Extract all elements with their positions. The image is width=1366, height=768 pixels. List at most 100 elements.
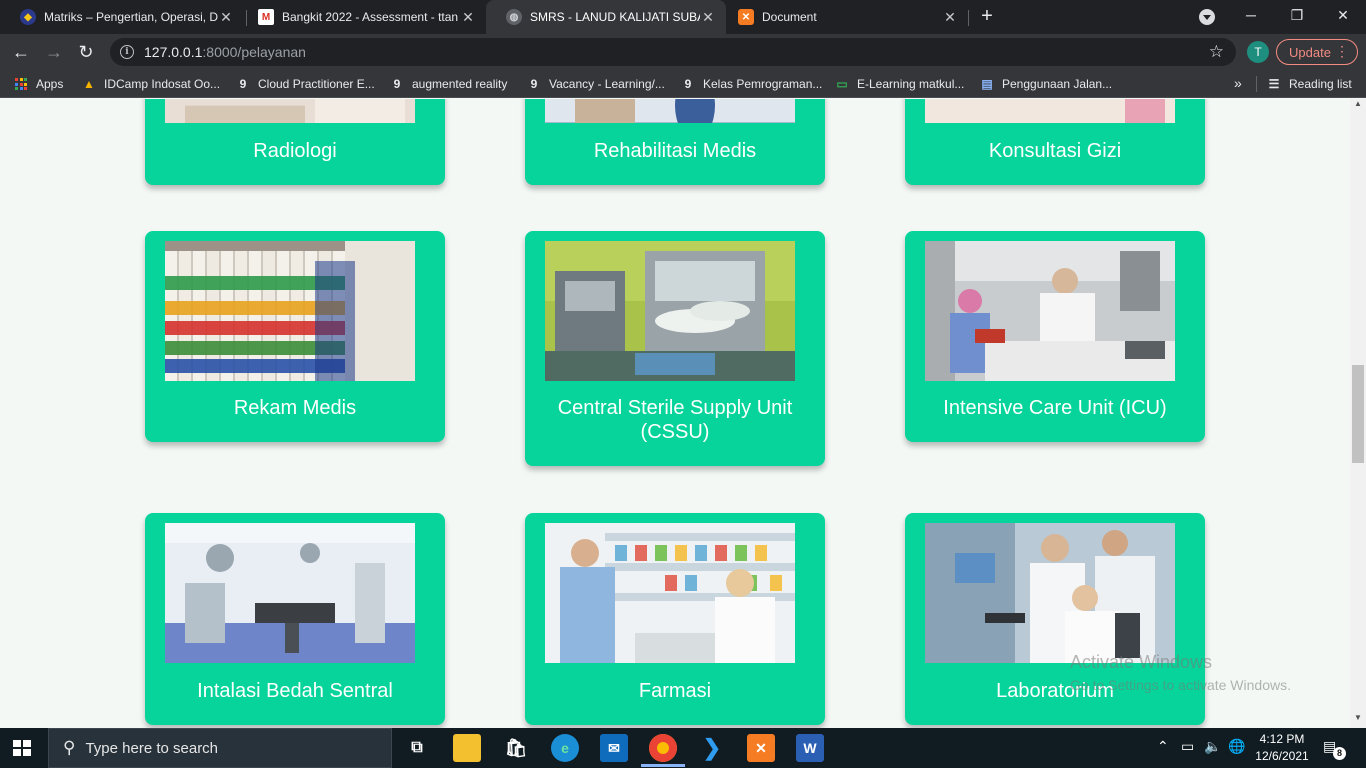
elearning-icon: ▭ <box>836 77 848 91</box>
bookmark-elearning[interactable]: ▭ E-Learning matkul... <box>835 76 964 92</box>
cssu-photo <box>545 241 795 381</box>
edge-icon[interactable]: e <box>551 734 579 762</box>
show-hidden-icons-chevron-icon[interactable]: ⌃ <box>1157 738 1169 755</box>
site-info-icon[interactable]: i <box>120 45 134 59</box>
reading-list-label: Reading list <box>1289 77 1352 91</box>
window-close-icon[interactable]: ✕ <box>1320 0 1366 30</box>
tab-matriks[interactable]: ◆ Matriks – Pengertian, Operasi, De ✕ <box>0 0 244 34</box>
store-icon[interactable]: 🛍 <box>502 734 530 762</box>
service-card-icu[interactable]: Intensive Care Unit (ICU) <box>905 231 1205 442</box>
scroll-down-arrow-icon[interactable]: ▼ <box>1354 713 1362 722</box>
url-path: :8000/pelayanan <box>202 44 306 60</box>
service-label: Konsultasi Gizi <box>988 140 1122 162</box>
chrome-active-indicator <box>641 764 685 767</box>
dicoding-icon: 9 <box>530 77 538 91</box>
service-card-radiologi[interactable]: Radiologi <box>145 99 445 185</box>
bookmark-vacancy[interactable]: 9 Vacancy - Learning/... <box>527 76 665 92</box>
update-button[interactable]: Update ⋮ <box>1276 39 1358 65</box>
bookmark-idcamp[interactable]: ▲ IDCamp Indosat Oo... <box>82 76 220 92</box>
reading-list-button[interactable]: ☰ Reading list <box>1267 76 1352 92</box>
bookmark-label: Cloud Practitioner E... <box>258 77 375 91</box>
taskbar-search-box[interactable]: ⚲ Type here to search <box>48 728 392 768</box>
profile-avatar[interactable]: T <box>1247 41 1269 63</box>
bookmark-apps[interactable]: Apps <box>14 76 63 92</box>
service-card-rehabilitasi-medis[interactable]: Rehabilitasi Medis <box>525 99 825 185</box>
task-view-icon[interactable]: ⧉ <box>403 734 431 762</box>
back-arrow-icon[interactable]: ← <box>10 41 32 63</box>
service-card-cssu[interactable]: Central Sterile Supply Unit (CSSU) <box>525 231 825 466</box>
service-card-farmasi[interactable]: Farmasi <box>525 513 825 725</box>
tab-search-icon[interactable] <box>1199 9 1215 25</box>
more-bookmarks-chevron-icon[interactable]: » <box>1234 75 1242 91</box>
bedah-sentral-photo <box>165 523 415 663</box>
page-scrollbar[interactable]: ▲ ▼ <box>1350 99 1366 728</box>
tab-divider <box>968 10 969 26</box>
xampp-icon[interactable]: ✕ <box>747 734 775 762</box>
bookmark-penggunaan-jalan[interactable]: ▤ Penggunaan Jalan... <box>980 76 1112 92</box>
globe-icon: ◍ <box>506 9 522 25</box>
tab-smrs[interactable]: ◍ SMRS - LANUD KALIJATI SUBANG ✕ <box>486 0 726 34</box>
close-tab-icon[interactable]: ✕ <box>218 9 234 26</box>
vscode-icon[interactable]: ❯ <box>698 734 726 762</box>
reading-list-icon: ☰ <box>1268 77 1280 91</box>
file-explorer-icon[interactable] <box>453 734 481 762</box>
service-card-konsultasi-gizi[interactable]: Konsultasi Gizi <box>905 99 1205 185</box>
service-label: Rehabilitasi Medis <box>593 140 757 162</box>
browser-toolbar: ← → ↻ i 127.0.0.1:8000/pelayanan ☆ <box>0 34 1366 70</box>
scroll-up-arrow-icon[interactable]: ▲ <box>1354 99 1362 108</box>
radiologi-photo <box>165 99 415 123</box>
taskbar-clock[interactable]: 4:12 PM 12/6/2021 <box>1252 731 1312 765</box>
scrollbar-thumb[interactable] <box>1352 365 1364 463</box>
browser-tab-strip: ◆ Matriks – Pengertian, Operasi, De ✕ M … <box>0 0 1366 34</box>
address-bar[interactable]: i 127.0.0.1:8000/pelayanan ☆ <box>110 38 1236 66</box>
idcamp-icon: ▲ <box>83 77 95 91</box>
service-card-bedah-sentral[interactable]: Intalasi Bedah Sentral <box>145 513 445 725</box>
rehabilitasi-medis-photo <box>545 99 795 123</box>
minimize-icon[interactable]: ─ <box>1228 0 1274 30</box>
windows-taskbar: ⚲ Type here to search ⧉ 🛍 e ✉ ❯ ✕ W ⌃ ▭ … <box>0 728 1366 768</box>
mail-icon[interactable]: ✉ <box>600 734 628 762</box>
close-tab-icon[interactable]: ✕ <box>700 9 716 26</box>
laboratorium-photo <box>925 523 1175 663</box>
bookmark-label: Vacancy - Learning/... <box>549 77 665 91</box>
more-vertical-icon[interactable]: ⋮ <box>1335 43 1349 60</box>
bookmark-augmented-reality[interactable]: 9 augmented reality <box>390 76 508 92</box>
watermark-line1: Activate Windows <box>1070 652 1213 672</box>
notification-center-icon[interactable]: ▤ 8 <box>1323 738 1346 760</box>
dicoding-icon: 9 <box>393 77 401 91</box>
tab-title: Bangkit 2022 - Assessment - ttan <box>282 10 459 24</box>
forward-arrow-icon[interactable]: → <box>43 41 65 63</box>
gmail-icon: M <box>258 9 274 25</box>
network-globe-icon[interactable]: 🌐 <box>1228 738 1245 755</box>
bookmark-label: augmented reality <box>412 77 508 91</box>
bookmark-cloud-practitioner[interactable]: 9 Cloud Practitioner E... <box>236 76 375 92</box>
tab-title: SMRS - LANUD KALIJATI SUBANG <box>530 10 700 24</box>
notification-badge: 8 <box>1333 747 1346 760</box>
service-label: Central Sterile Supply Unit (CSSU) <box>557 397 793 443</box>
document-icon: ▤ <box>981 77 993 91</box>
tab-bangkit[interactable]: M Bangkit 2022 - Assessment - ttan ✕ <box>238 0 486 34</box>
close-tab-icon[interactable]: ✕ <box>460 9 476 26</box>
close-tab-icon[interactable]: ✕ <box>942 9 958 26</box>
search-icon: ⚲ <box>63 738 76 757</box>
icu-photo <box>925 241 1175 381</box>
dicoding-icon: 9 <box>239 77 247 91</box>
windows-start-icon[interactable] <box>13 740 31 756</box>
word-icon[interactable]: W <box>796 734 824 762</box>
chrome-icon[interactable] <box>649 734 677 762</box>
volume-icon[interactable]: 🔈 <box>1204 738 1221 755</box>
bookmark-star-icon[interactable]: ☆ <box>1209 42 1224 62</box>
reload-icon[interactable]: ↻ <box>75 41 97 63</box>
tab-document[interactable]: ✕ Document ✕ <box>718 0 968 34</box>
battery-icon[interactable]: ▭ <box>1181 738 1194 755</box>
tab-title: Matriks – Pengertian, Operasi, De <box>44 10 218 24</box>
bookmark-kelas-pemrograman[interactable]: 9 Kelas Pemrograman... <box>681 76 823 92</box>
service-card-rekam-medis[interactable]: Rekam Medis <box>145 231 445 442</box>
service-card-laboratorium[interactable]: Laboratorium <box>905 513 1205 725</box>
service-label: Intalasi Bedah Sentral <box>197 680 393 702</box>
farmasi-photo <box>545 523 795 663</box>
restore-icon[interactable]: ❐ <box>1274 0 1320 30</box>
update-label: Update <box>1289 44 1331 60</box>
new-tab-button[interactable]: + <box>976 5 998 27</box>
xampp-icon: ✕ <box>738 9 754 25</box>
